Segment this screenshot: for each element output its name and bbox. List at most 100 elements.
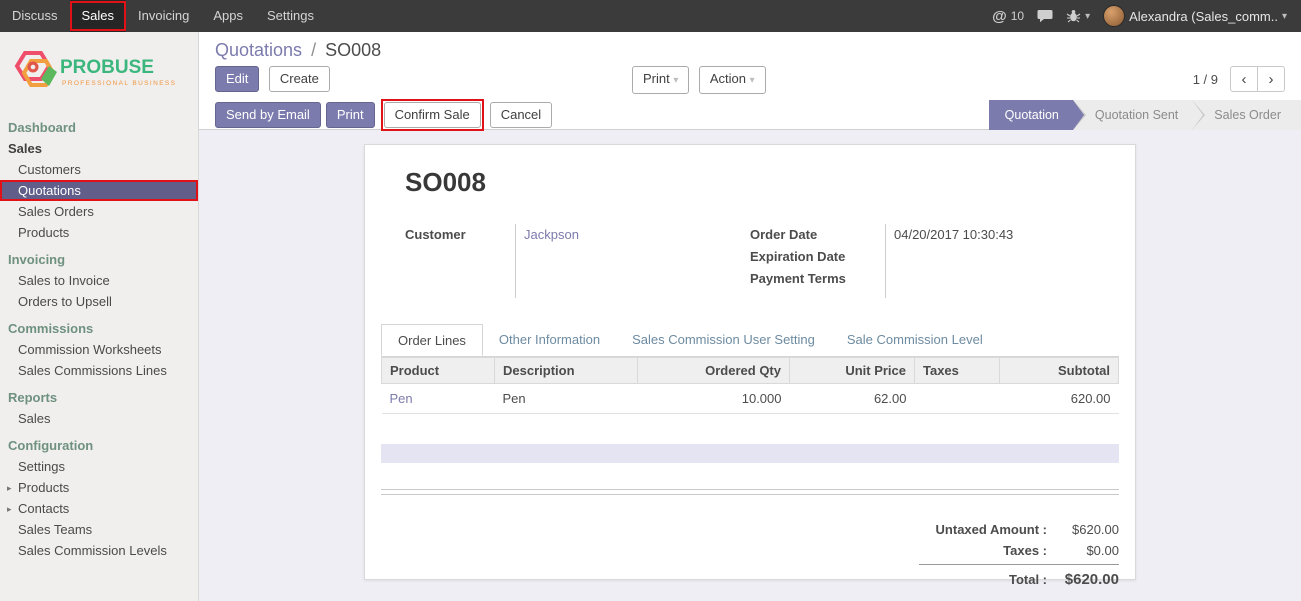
col-header-description[interactable]: Description xyxy=(495,358,638,384)
cell-ordered-qty: 10.000 xyxy=(638,384,790,414)
pager-next-button[interactable]: › xyxy=(1257,66,1285,92)
tab-other-information[interactable]: Other Information xyxy=(483,324,616,356)
taxes-label: Taxes : xyxy=(919,543,1047,558)
print-button[interactable]: Print xyxy=(326,102,375,128)
payment-terms-label: Payment Terms xyxy=(750,268,885,290)
dates-field-group: Order Date Expiration Date Payment Terms… xyxy=(750,224,1100,298)
sidebar-item-config-contacts[interactable]: ▸Contacts xyxy=(0,498,198,519)
sidebar-item-dashboard[interactable]: Dashboard xyxy=(0,117,198,138)
sidebar-item-products[interactable]: Products xyxy=(0,222,198,243)
sidebar-item-settings[interactable]: Settings xyxy=(0,456,198,477)
cell-subtotal: 620.00 xyxy=(1000,384,1119,414)
create-button[interactable]: Create xyxy=(269,66,330,92)
sidebar-item-config-products[interactable]: ▸Products xyxy=(0,477,198,498)
untaxed-amount-label: Untaxed Amount : xyxy=(919,522,1047,537)
print-dropdown-button[interactable]: Print ▾ xyxy=(632,66,689,94)
breadcrumb-separator: / xyxy=(307,40,320,60)
sidebar-section-reports[interactable]: Reports xyxy=(0,387,198,408)
content-area: SO008 Customer Jackpson Order Date E xyxy=(199,130,1301,601)
topbar-menu: Discuss Sales Invoicing Apps Settings xyxy=(0,0,326,32)
topbar-item-discuss[interactable]: Discuss xyxy=(0,0,70,32)
cancel-button[interactable]: Cancel xyxy=(490,102,552,128)
table-row[interactable]: Pen Pen 10.000 62.00 620.00 xyxy=(382,384,1119,414)
topbar-item-settings[interactable]: Settings xyxy=(255,0,326,32)
messages-button[interactable] xyxy=(1037,9,1053,23)
breadcrumb-quotations-link[interactable]: Quotations xyxy=(215,40,302,60)
tab-order-lines[interactable]: Order Lines xyxy=(381,324,483,356)
expand-arrow-icon[interactable]: ▸ xyxy=(7,478,18,499)
send-by-email-button[interactable]: Send by Email xyxy=(215,102,321,128)
taxes-value: $0.00 xyxy=(1047,543,1119,558)
expiration-date-value xyxy=(894,246,1100,268)
main-panel: Quotations / SO008 Edit Create Print ▾ A… xyxy=(199,32,1301,601)
sidebar-section-commissions[interactable]: Commissions xyxy=(0,318,198,339)
separator-line xyxy=(381,494,1119,495)
cell-description: Pen xyxy=(495,384,638,414)
empty-line-highlight[interactable] xyxy=(381,444,1119,463)
customer-value-link[interactable]: Jackpson xyxy=(524,227,579,242)
order-lines-table: Product Description Ordered Qty Unit Pri… xyxy=(381,357,1119,414)
sidebar-item-sales-to-invoice[interactable]: Sales to Invoice xyxy=(0,270,198,291)
col-header-subtotal[interactable]: Subtotal xyxy=(1000,358,1119,384)
pager: 1 / 9 ‹ › xyxy=(1193,66,1285,92)
mention-count: 10 xyxy=(1011,9,1024,23)
topbar-item-sales[interactable]: Sales xyxy=(70,0,127,32)
statusbar-step-quotation[interactable]: Quotation xyxy=(989,100,1073,130)
col-header-ordered-qty[interactable]: Ordered Qty xyxy=(638,358,790,384)
separator-line xyxy=(381,489,1119,490)
chevron-down-icon: ▾ xyxy=(750,75,755,86)
sidebar-item-sales-commission-levels[interactable]: Sales Commission Levels xyxy=(0,540,198,561)
col-header-product[interactable]: Product xyxy=(382,358,495,384)
app-logo[interactable]: PROBUSE PROFESSIONAL BUSINESS xyxy=(0,32,198,111)
sidebar-item-label: Contacts xyxy=(18,501,69,516)
sidebar-item-customers[interactable]: Customers xyxy=(0,159,198,180)
col-header-taxes[interactable]: Taxes xyxy=(915,358,1000,384)
statusbar-step-quotation-sent[interactable]: Quotation Sent xyxy=(1073,100,1192,130)
workflow-toolbar: Send by Email Print Confirm Sale Cancel … xyxy=(199,100,1301,130)
sidebar-item-sales-teams[interactable]: Sales Teams xyxy=(0,519,198,540)
logo-subtitle: PROFESSIONAL BUSINESS xyxy=(62,80,176,87)
chat-bubble-icon xyxy=(1037,9,1053,23)
sidebar-item-commission-worksheets[interactable]: Commission Worksheets xyxy=(0,339,198,360)
action-dropdown-button[interactable]: Action ▾ xyxy=(699,66,766,94)
expand-arrow-icon[interactable]: ▸ xyxy=(7,499,18,520)
sidebar-item-reports-sales[interactable]: Sales xyxy=(0,408,198,429)
sidebar-item-orders-to-upsell[interactable]: Orders to Upsell xyxy=(0,291,198,312)
sidebar-item-quotations[interactable]: Quotations xyxy=(0,180,198,201)
sidebar-item-sales-commissions-lines[interactable]: Sales Commissions Lines xyxy=(0,360,198,381)
topbar-right: @ 10 ▾ Alexandra (Sales_comm.. ▾ xyxy=(992,0,1301,32)
debug-menu-button[interactable]: ▾ xyxy=(1066,9,1090,23)
document-sheet: SO008 Customer Jackpson Order Date E xyxy=(364,144,1136,580)
avatar xyxy=(1103,5,1125,27)
logo-hexagon-icon xyxy=(17,53,57,86)
confirm-sale-button[interactable]: Confirm Sale xyxy=(384,102,481,128)
edit-button[interactable]: Edit xyxy=(215,66,259,92)
user-menu[interactable]: Alexandra (Sales_comm.. ▾ xyxy=(1103,5,1287,27)
field-groups: Customer Jackpson Order Date Expiration … xyxy=(405,224,1119,298)
sidebar-section-sales[interactable]: Sales xyxy=(0,138,198,159)
statusbar-step-sales-order[interactable]: Sales Order xyxy=(1192,100,1301,130)
sidebar-item-sales-orders[interactable]: Sales Orders xyxy=(0,201,198,222)
bug-icon xyxy=(1066,9,1081,23)
payment-terms-value xyxy=(894,268,1100,290)
statusbar: Quotation Quotation Sent Sales Order xyxy=(989,100,1301,130)
sidebar-section-configuration[interactable]: Configuration xyxy=(0,435,198,456)
tab-sale-commission-level[interactable]: Sale Commission Level xyxy=(831,324,999,356)
cell-unit-price: 62.00 xyxy=(790,384,915,414)
logo-title: PROBUSE xyxy=(60,57,154,78)
col-header-unit-price[interactable]: Unit Price xyxy=(790,358,915,384)
topbar-item-invoicing[interactable]: Invoicing xyxy=(126,0,201,32)
pager-previous-button[interactable]: ‹ xyxy=(1230,66,1258,92)
total-label: Total : xyxy=(919,572,1047,587)
untaxed-amount-value: $620.00 xyxy=(1047,522,1119,537)
mentions-indicator[interactable]: @ 10 xyxy=(992,8,1024,25)
customer-label: Customer xyxy=(405,224,515,246)
sidebar-section-invoicing[interactable]: Invoicing xyxy=(0,249,198,270)
tab-sales-commission-user-setting[interactable]: Sales Commission User Setting xyxy=(616,324,831,356)
chevron-down-icon: ▾ xyxy=(673,75,678,86)
topbar-item-apps[interactable]: Apps xyxy=(201,0,255,32)
product-link[interactable]: Pen xyxy=(390,391,413,406)
control-panel-buttons: Edit Create Print ▾ Action ▾ 1 / 9 ‹ › xyxy=(199,66,1301,94)
table-header-row: Product Description Ordered Qty Unit Pri… xyxy=(382,358,1119,384)
control-panel-top: Quotations / SO008 xyxy=(199,32,1301,64)
